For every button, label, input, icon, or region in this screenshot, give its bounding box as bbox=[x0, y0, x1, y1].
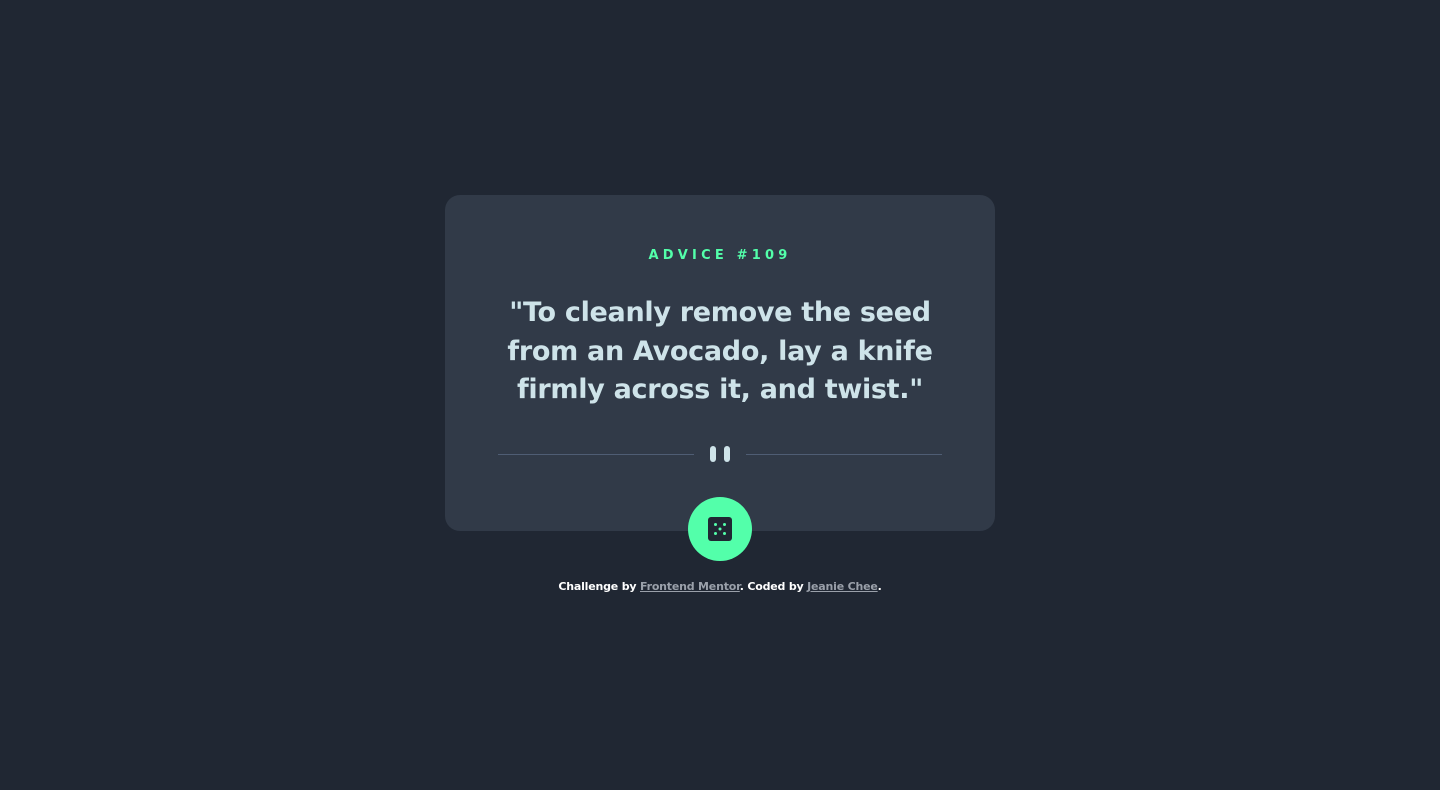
divider-line-right bbox=[746, 454, 942, 455]
attribution-challenge-prefix: Challenge by bbox=[558, 580, 640, 593]
divider-line-left bbox=[498, 454, 694, 455]
attribution: Challenge by Frontend Mentor. Coded by J… bbox=[0, 579, 1440, 595]
attribution-coded-prefix: . Coded by bbox=[739, 580, 808, 593]
advice-card: ADVICE #109 "To cleanly remove the seed … bbox=[445, 195, 995, 531]
frontend-mentor-link[interactable]: Frontend Mentor bbox=[640, 580, 740, 593]
author-link[interactable]: Jeanie Chee bbox=[807, 580, 878, 593]
pause-icon bbox=[710, 446, 730, 462]
pause-bar-right bbox=[724, 446, 730, 462]
generate-advice-button[interactable] bbox=[688, 497, 752, 561]
attribution-suffix: . bbox=[877, 580, 882, 593]
advice-id-label: ADVICE #109 bbox=[648, 248, 792, 263]
dice-icon bbox=[708, 517, 732, 541]
divider bbox=[498, 445, 942, 465]
pause-bar-left bbox=[710, 446, 716, 462]
advice-quote: "To cleanly remove the seed from an Avoc… bbox=[507, 297, 933, 405]
